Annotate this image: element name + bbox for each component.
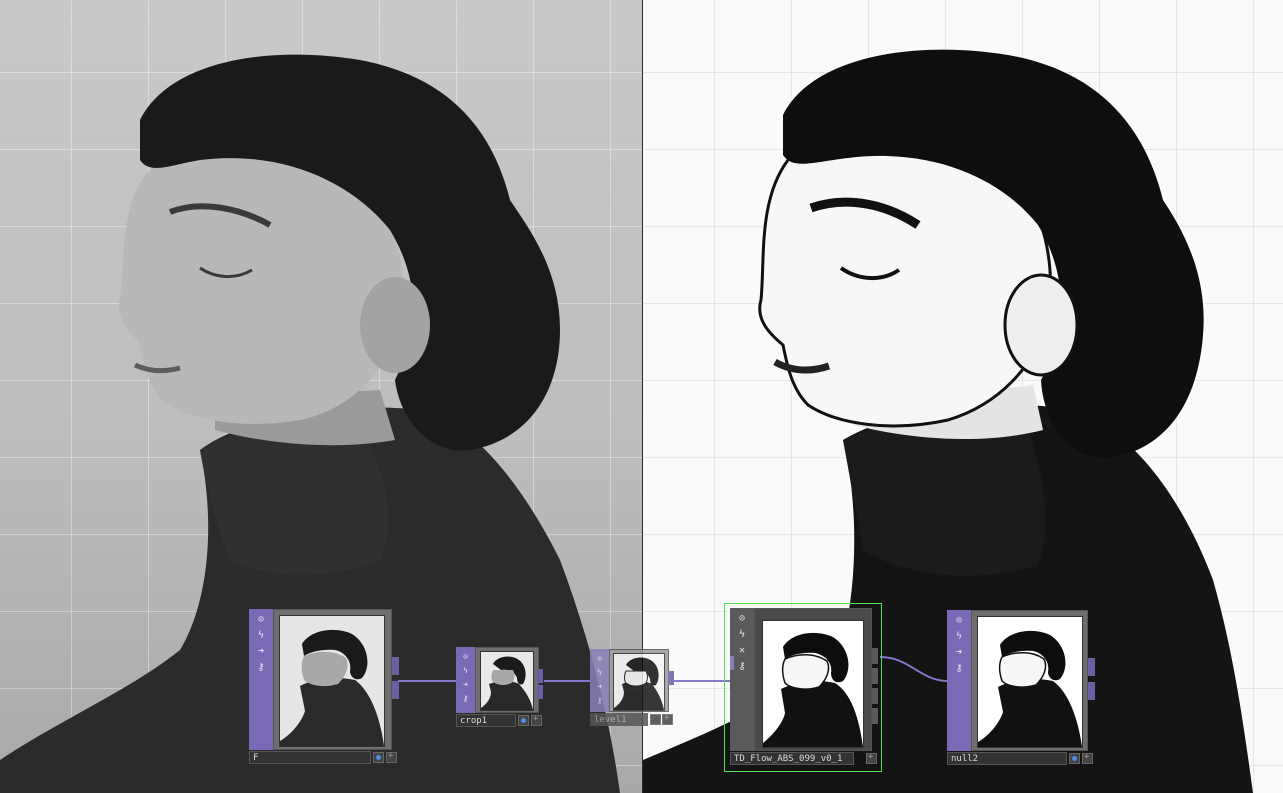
output-connector[interactable] [872, 688, 878, 704]
lock-icon[interactable]: ⚷ [735, 660, 749, 674]
lock-icon[interactable]: ⚷ [254, 661, 268, 675]
thumbnail-image [763, 632, 863, 747]
lightning-icon[interactable]: ϟ [593, 667, 607, 679]
viewer-icon[interactable]: ⊙ [952, 614, 966, 628]
viewer-icon[interactable]: ⊙ [459, 651, 473, 663]
node-level1[interactable]: ⊙ ϟ ➜ ⚷ level1 [590, 649, 674, 726]
lock-icon[interactable]: ⚷ [459, 693, 473, 705]
node-td-flow[interactable]: ⊙ ϟ ✕ ⚷ TD_Flow_ABS_099_v0_1 [730, 608, 880, 765]
viewer-icon[interactable]: ⊙ [735, 612, 749, 626]
thumbnail-image [614, 657, 664, 710]
display-flag[interactable] [518, 715, 529, 726]
viewer-flag[interactable] [531, 714, 542, 726]
output-connector[interactable] [392, 657, 399, 675]
viewer-icon[interactable]: ⊙ [254, 613, 268, 627]
output-connector[interactable] [1088, 658, 1095, 676]
display-flag[interactable] [373, 752, 384, 763]
arrow-right-icon[interactable]: ➜ [952, 646, 966, 660]
lock-icon[interactable]: ⚷ [593, 695, 607, 707]
node-f[interactable]: ⊙ ϟ ➜ ⚷ F [249, 609, 399, 764]
lightning-icon[interactable]: ϟ [735, 628, 749, 642]
output-connector[interactable] [668, 671, 674, 685]
node-thumbnail [480, 651, 534, 711]
node-name-field[interactable]: TD_Flow_ABS_099_v0_1 [730, 752, 854, 765]
output-connector[interactable] [392, 681, 399, 699]
node-thumbnail [279, 615, 385, 747]
lightning-icon[interactable]: ϟ [952, 630, 966, 644]
display-flag[interactable] [1069, 753, 1080, 764]
display-flag[interactable] [650, 714, 661, 725]
thumbnail-image [481, 656, 533, 710]
node-crop1[interactable]: ⊙ ϟ ➜ ⚷ crop1 [456, 647, 544, 727]
node-thumbnail [613, 653, 665, 711]
thumbnail-image [978, 630, 1082, 747]
lightning-icon[interactable]: ϟ [459, 665, 473, 677]
input-connector[interactable] [730, 656, 734, 670]
lightning-icon[interactable]: ϟ [254, 629, 268, 643]
viewer-icon[interactable]: ⊙ [593, 653, 607, 665]
viewer-flag[interactable] [386, 751, 397, 763]
node-name-field[interactable]: level1 [590, 713, 648, 726]
lock-icon[interactable]: ⚷ [952, 662, 966, 676]
arrow-right-icon[interactable]: ➜ [254, 645, 268, 659]
output-connector[interactable] [537, 685, 543, 699]
output-connector[interactable] [872, 668, 878, 684]
node-name-field[interactable]: F [249, 751, 371, 764]
node-sidebar: ⊙ ϟ ➜ ⚷ [590, 649, 609, 712]
node-name-field[interactable]: crop1 [456, 714, 516, 727]
arrow-right-icon[interactable]: ➜ [459, 679, 473, 691]
node-sidebar: ⊙ ϟ ➜ ⚷ [249, 609, 273, 750]
arrow-right-icon[interactable]: ➜ [593, 681, 607, 693]
thumbnail-image [280, 629, 384, 746]
viewer-flag[interactable] [866, 752, 877, 764]
node-thumbnail [762, 620, 864, 748]
viewer-flag[interactable] [1082, 752, 1093, 764]
node-name-field[interactable]: null2 [947, 752, 1067, 765]
node-sidebar: ⊙ ϟ ➜ ⚷ [456, 647, 475, 713]
viewer-flag[interactable] [662, 713, 673, 725]
node-null2[interactable]: ⊙ ϟ ➜ ⚷ null2 [947, 610, 1095, 765]
node-thumbnail [977, 616, 1083, 748]
output-connector[interactable] [1088, 682, 1095, 700]
output-connector[interactable] [872, 648, 878, 664]
node-sidebar: ⊙ ϟ ➜ ⚷ [947, 610, 971, 751]
output-connector[interactable] [872, 708, 878, 724]
output-connector[interactable] [537, 669, 543, 683]
node-sidebar: ⊙ ϟ ✕ ⚷ [730, 608, 754, 751]
close-icon[interactable]: ✕ [735, 644, 749, 658]
